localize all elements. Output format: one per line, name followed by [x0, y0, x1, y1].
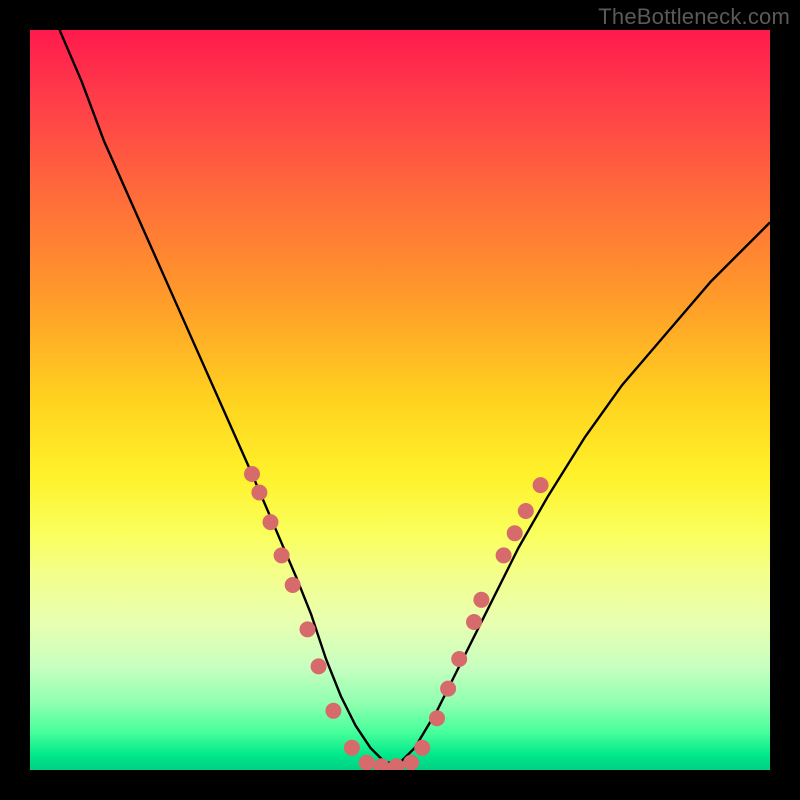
curve-marker	[325, 703, 341, 719]
curve-marker	[263, 514, 279, 530]
curve-marker	[403, 755, 419, 770]
curve-marker	[414, 740, 430, 756]
curve-marker	[451, 651, 467, 667]
bottleneck-curve-path	[60, 30, 770, 763]
curve-marker	[300, 621, 316, 637]
curve-marker	[518, 503, 534, 519]
curve-marker	[274, 547, 290, 563]
curve-marker	[466, 614, 482, 630]
curve-marker	[285, 577, 301, 593]
plot-area	[30, 30, 770, 770]
curve-marker	[251, 485, 267, 501]
curve-marker	[311, 658, 327, 674]
chart-frame: TheBottleneck.com	[0, 0, 800, 800]
curve-marker	[374, 758, 390, 770]
curve-markers	[244, 466, 549, 770]
curve-marker	[496, 547, 512, 563]
curve-marker	[473, 592, 489, 608]
curve-marker	[244, 466, 260, 482]
curve-marker	[440, 681, 456, 697]
curve-marker	[359, 755, 375, 770]
curve-svg	[30, 30, 770, 770]
curve-marker	[429, 710, 445, 726]
watermark-text: TheBottleneck.com	[598, 4, 790, 30]
curve-marker	[533, 477, 549, 493]
curve-marker	[344, 740, 360, 756]
curve-marker	[507, 525, 523, 541]
